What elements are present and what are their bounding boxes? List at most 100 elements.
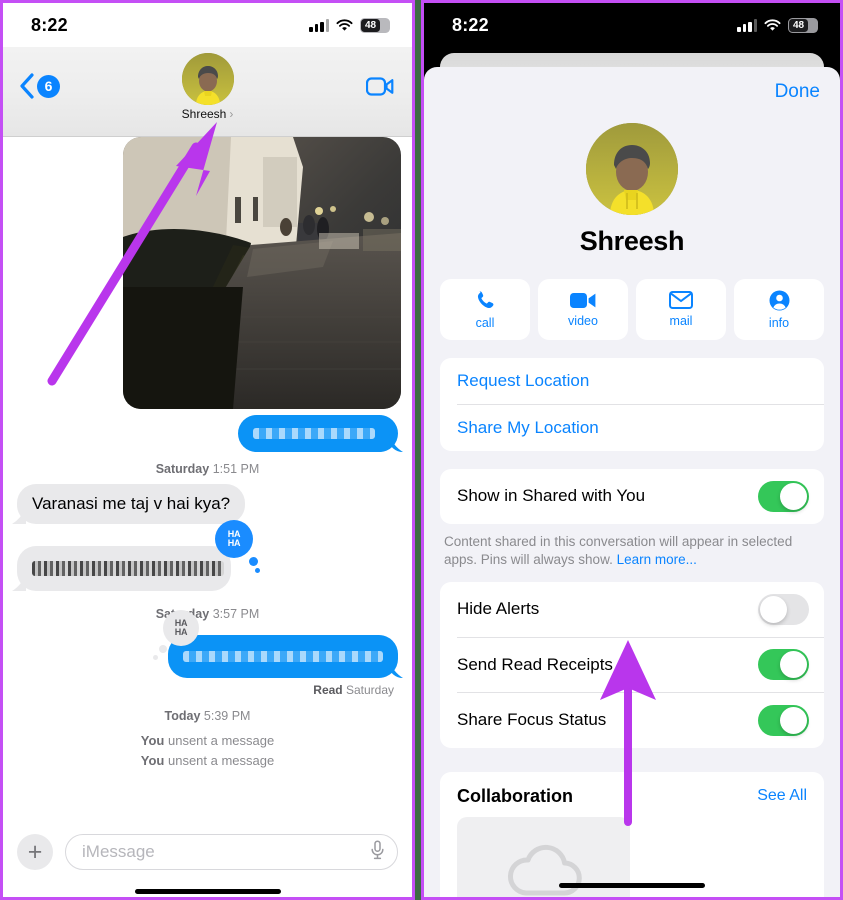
avatar[interactable] xyxy=(181,53,234,105)
share-my-location-button[interactable]: Share My Location xyxy=(440,405,824,451)
message-bubble-text[interactable]: Varanasi me taj v hai kya? xyxy=(17,484,246,524)
quick-actions: call video mail info xyxy=(424,279,840,340)
info-button[interactable]: info xyxy=(734,279,824,340)
mail-button[interactable]: mail xyxy=(636,279,726,340)
contact-name-row[interactable]: Shreesh › xyxy=(182,107,234,121)
status-time: 8:22 xyxy=(452,14,489,35)
redacted-text xyxy=(183,651,383,662)
call-button[interactable]: call xyxy=(440,279,530,340)
shared-with-you-label: Show in Shared with You xyxy=(457,486,646,505)
timestamp-3-time: 5:39 PM xyxy=(203,709,251,723)
share-focus-status-row[interactable]: Share Focus Status xyxy=(440,693,824,748)
contact-name: Shreesh xyxy=(579,226,685,256)
shared-with-you-toggle[interactable] xyxy=(758,480,809,512)
wifi-icon xyxy=(764,18,781,32)
hide-alerts-toggle[interactable] xyxy=(758,593,809,625)
tapback-haha[interactable]: HA HA xyxy=(163,610,199,646)
person-circle-icon xyxy=(769,290,789,310)
request-location-button[interactable]: Request Location xyxy=(440,358,824,404)
share-focus-status-label: Share Focus Status xyxy=(457,710,607,729)
avatar[interactable] xyxy=(586,123,678,215)
unsent-notice-1: You unsent a message xyxy=(140,733,275,748)
collaboration-title: Collaboration xyxy=(457,785,573,806)
timestamp-1: Saturday 1:51 PM xyxy=(17,462,398,476)
outgoing-redacted-row[interactable] xyxy=(17,415,398,452)
wifi-icon xyxy=(336,18,353,32)
signal-bars-icon xyxy=(737,18,757,32)
video-camera-icon xyxy=(365,77,394,96)
shared-with-you-footnote: Content shared in this conversation will… xyxy=(424,524,840,569)
message-bubble-redacted[interactable] xyxy=(168,635,398,678)
collaboration-card: Collaboration See All xyxy=(440,771,824,897)
status-time: 8:22 xyxy=(31,14,68,35)
tapback-dot-small xyxy=(255,568,260,573)
home-indicator xyxy=(559,883,705,888)
shared-with-you-row[interactable]: Show in Shared with You xyxy=(440,469,824,524)
imessage-input-wrapper[interactable] xyxy=(65,834,398,870)
battery-percent: 48 xyxy=(364,19,377,31)
conversation-toggles-card: Hide Alerts Send Read Receipts Share Foc… xyxy=(440,581,824,748)
right-status-bar: 8:22 48 xyxy=(424,3,840,47)
mail-label: mail xyxy=(669,314,693,328)
read-status: Read xyxy=(313,683,343,697)
cloud-icon xyxy=(507,844,582,896)
redacted-text xyxy=(32,561,224,576)
screenshot-stage: 8:22 48 6 Shreesh › Saturday 1:51 PM Var… xyxy=(0,0,843,900)
left-status-bar: 8:22 48 xyxy=(3,3,412,47)
plus-icon[interactable]: + xyxy=(17,834,53,870)
hide-alerts-row[interactable]: Hide Alerts xyxy=(440,582,824,637)
unsent-notice-2: You unsent a message xyxy=(140,753,275,768)
timestamp-1-time: 1:51 PM xyxy=(212,462,260,476)
unread-badge: 6 xyxy=(37,74,60,98)
incoming-redacted-row[interactable]: HA HA xyxy=(17,520,398,591)
timestamp-1-day: Saturday xyxy=(155,462,210,476)
back-button[interactable]: 6 xyxy=(19,73,60,99)
info-label: info xyxy=(768,315,790,330)
done-button[interactable]: Done xyxy=(775,81,820,103)
tapback-dot-small xyxy=(153,655,158,660)
tapback-dot-large xyxy=(249,557,258,566)
send-read-receipts-label: Send Read Receipts xyxy=(457,654,613,674)
redacted-text xyxy=(253,428,375,439)
battery-icon: 48 xyxy=(360,17,390,33)
timestamp-2: Saturday 3:57 PM xyxy=(17,607,398,621)
imessage-input[interactable] xyxy=(82,842,370,862)
message-thread[interactable]: Saturday 1:51 PM Varanasi me taj v hai k… xyxy=(3,137,412,897)
shared-with-you-card: Show in Shared with You xyxy=(440,468,824,524)
message-bubble-redacted[interactable] xyxy=(17,546,231,591)
send-read-receipts-toggle[interactable] xyxy=(758,649,809,680)
video-camera-icon xyxy=(570,292,596,308)
timestamp-3: Today 5:39 PM xyxy=(17,709,398,723)
conversation-nav-bar: 6 Shreesh › xyxy=(3,47,412,137)
phone-icon xyxy=(477,291,493,308)
contact-details-sheet[interactable]: Done Shreesh call video mail info Reques… xyxy=(424,67,840,897)
location-card: Request Location Share My Location xyxy=(440,358,824,451)
video-button[interactable]: video xyxy=(538,279,628,340)
photo-message[interactable] xyxy=(123,137,401,409)
outgoing-redacted-row-2[interactable]: HA HA xyxy=(17,610,398,678)
battery-icon: 48 xyxy=(788,17,818,33)
left-phone-panel: 8:22 48 6 Shreesh › Saturday 1:51 PM Var… xyxy=(0,0,415,900)
video-label: video xyxy=(568,313,598,328)
timestamp-2-time: 3:57 PM xyxy=(212,607,260,621)
call-label: call xyxy=(475,315,495,330)
timestamp-3-day: Today xyxy=(164,709,201,723)
read-when: Saturday xyxy=(345,683,394,697)
share-focus-status-toggle[interactable] xyxy=(758,704,809,736)
microphone-icon[interactable] xyxy=(370,839,385,865)
send-read-receipts-row[interactable]: Send Read Receipts xyxy=(440,637,824,692)
battery-percent: 48 xyxy=(792,19,805,31)
chevron-left-icon xyxy=(20,73,34,99)
hide-alerts-label: Hide Alerts xyxy=(457,599,540,618)
message-bubble-redacted[interactable] xyxy=(238,415,398,452)
signal-bars-icon xyxy=(309,18,329,32)
learn-more-link[interactable]: Learn more... xyxy=(617,552,697,567)
see-all-button[interactable]: See All xyxy=(757,787,807,805)
tapback-dot-large xyxy=(159,645,167,653)
contact-header[interactable]: Shreesh › xyxy=(181,53,234,121)
contact-name: Shreesh xyxy=(181,107,227,121)
sheet-header: Done xyxy=(424,67,840,117)
incoming-text-row[interactable]: Varanasi me taj v hai kya? xyxy=(17,484,398,524)
facetime-button[interactable] xyxy=(365,77,394,101)
tapback-haha[interactable]: HA HA xyxy=(215,520,253,558)
